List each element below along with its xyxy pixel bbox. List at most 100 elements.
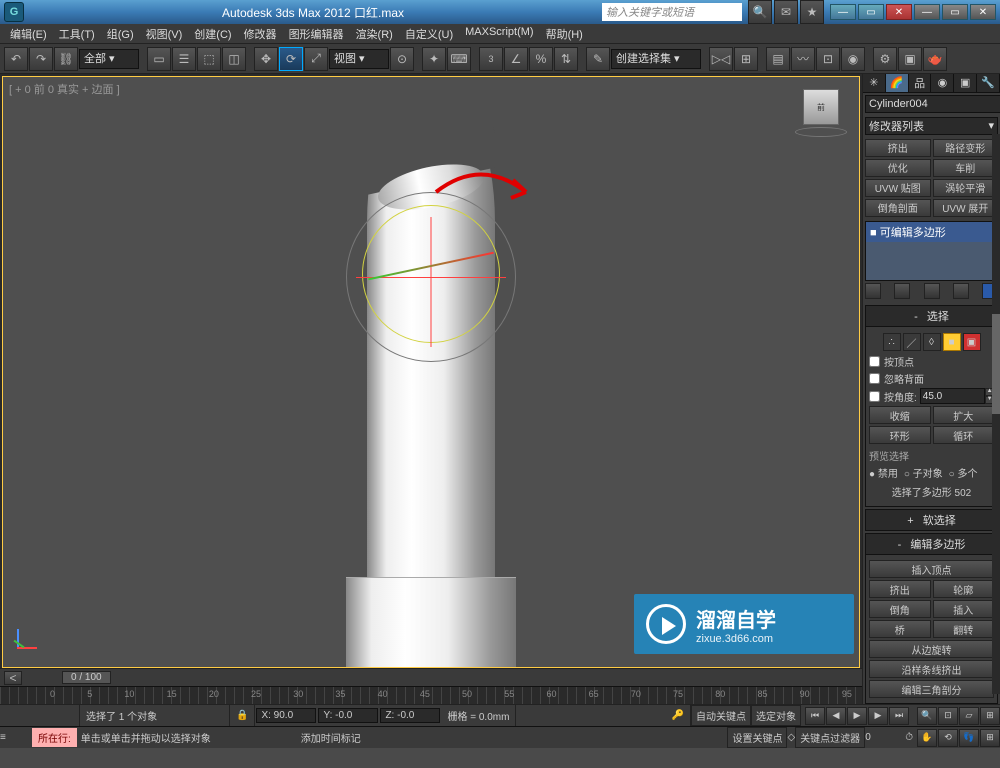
goto-end-icon[interactable]: ⏭: [889, 707, 909, 725]
selkey-dropdown[interactable]: 选定对象: [751, 705, 801, 726]
object-name-input[interactable]: [865, 95, 1000, 113]
btn-uvwmap[interactable]: UVW 贴图: [865, 179, 931, 197]
lock-icon[interactable]: 🔒: [230, 705, 255, 726]
time-config-icon[interactable]: ⏱: [905, 732, 913, 743]
select-icon[interactable]: ▭: [147, 47, 171, 71]
goto-start-icon[interactable]: ⏮: [805, 707, 825, 725]
ignoreback-checkbox[interactable]: 忽略背面: [869, 371, 994, 386]
mirror-icon[interactable]: ▷◁: [709, 47, 733, 71]
menu-tools[interactable]: 工具(T): [53, 24, 101, 43]
fov-icon[interactable]: ▱: [959, 707, 979, 725]
front-viewport[interactable]: [ + 0 前 0 真实 + 边面 ] 前: [2, 76, 860, 668]
btn-bridge[interactable]: 桥: [869, 620, 931, 638]
key-mode-icon[interactable]: ◇: [787, 732, 795, 743]
play-icon[interactable]: ▶: [847, 707, 867, 725]
undo-icon[interactable]: ↶: [4, 47, 28, 71]
pivot-icon[interactable]: ⊙: [390, 47, 414, 71]
rollout-softsel-header[interactable]: + 软选择: [865, 509, 998, 531]
btn-extrude[interactable]: 挤出: [865, 139, 931, 157]
close-button[interactable]: ✕: [886, 4, 912, 20]
btn-edittri[interactable]: 编辑三角剖分: [869, 680, 994, 698]
show-end-icon[interactable]: [894, 283, 910, 299]
pan-icon[interactable]: ✋: [917, 729, 937, 747]
btn-bevel[interactable]: 倒角: [869, 600, 931, 618]
time-slider-handle[interactable]: 0 / 100: [62, 671, 111, 684]
keyfilter-button[interactable]: 关键点过滤器: [795, 727, 865, 748]
fav-icon[interactable]: ★: [800, 0, 824, 24]
snap-icon[interactable]: 3: [479, 47, 503, 71]
selection-filter-dropdown[interactable]: 全部 ▾: [79, 49, 139, 69]
make-unique-icon[interactable]: [924, 283, 940, 299]
maximize-button[interactable]: ▭: [858, 4, 884, 20]
menu-edit[interactable]: 编辑(E): [4, 24, 53, 43]
render-icon[interactable]: 🫖: [923, 47, 947, 71]
menu-create[interactable]: 创建(C): [188, 24, 237, 43]
restore-button[interactable]: ▭: [942, 4, 968, 20]
stack-item-editpoly[interactable]: ■ 可编辑多边形: [866, 222, 997, 242]
move-icon[interactable]: ✥: [254, 47, 278, 71]
subobj-polygon-icon[interactable]: ■: [943, 333, 961, 351]
add-time-tag[interactable]: 添加时间标记: [301, 730, 361, 745]
keymode-icon[interactable]: ⌨: [447, 47, 471, 71]
remove-mod-icon[interactable]: [953, 283, 969, 299]
btn-uvwunwrap[interactable]: UVW 展开: [933, 199, 999, 217]
time-slider[interactable]: < 0 / 100: [0, 668, 862, 686]
time-tag-icon[interactable]: 🔑: [666, 705, 691, 726]
rotate-icon[interactable]: ⟳: [279, 47, 303, 71]
radio-off[interactable]: ● 禁用: [869, 465, 898, 480]
next-frame-icon[interactable]: ▶: [868, 707, 888, 725]
subobj-vertex-icon[interactable]: ∴: [883, 333, 901, 351]
prev-frame-icon[interactable]: ◀: [826, 707, 846, 725]
menu-views[interactable]: 视图(V): [140, 24, 189, 43]
minimize-button[interactable]: —: [830, 4, 856, 20]
anglesnap-icon[interactable]: ∠: [504, 47, 528, 71]
byvertex-checkbox[interactable]: 按顶点: [869, 354, 994, 369]
current-frame[interactable]: 0: [865, 732, 905, 743]
btn-grow[interactable]: 扩大: [933, 406, 995, 424]
coord-z[interactable]: Z: -0.0: [380, 708, 440, 723]
namedselset-dropdown[interactable]: 创建选择集 ▾: [611, 49, 701, 69]
zoom-ext-icon[interactable]: ⊞: [980, 707, 1000, 725]
spinnersnap-icon[interactable]: ⇅: [554, 47, 578, 71]
close2-button[interactable]: ✕: [970, 4, 996, 20]
menu-modifiers[interactable]: 修改器: [238, 24, 283, 43]
subobj-border-icon[interactable]: ◊: [923, 333, 941, 351]
search-icon[interactable]: 🔍: [748, 0, 772, 24]
manip-icon[interactable]: ✦: [422, 47, 446, 71]
tab-utilities-icon[interactable]: 🔧: [977, 74, 1000, 92]
coord-y[interactable]: Y: -0.0: [318, 708, 378, 723]
tab-hierarchy-icon[interactable]: 品: [909, 74, 932, 92]
rollout-selection-header[interactable]: - 选择: [865, 305, 998, 327]
coord-x[interactable]: X: 90.0: [256, 708, 316, 723]
pin-stack-icon[interactable]: [865, 283, 881, 299]
time-cfg-icon[interactable]: <: [4, 671, 22, 685]
subobj-edge-icon[interactable]: ／: [903, 333, 921, 351]
tab-display-icon[interactable]: ▣: [954, 74, 977, 92]
help-search-input[interactable]: 输入关键字或短语: [602, 3, 742, 21]
btn-lathe[interactable]: 车削: [933, 159, 999, 177]
byangle-checkbox[interactable]: 按角度:: [869, 389, 917, 404]
zoom-all-icon[interactable]: ⊡: [938, 707, 958, 725]
radio-subobj[interactable]: ○ 子对象: [904, 465, 943, 480]
menu-customize[interactable]: 自定义(U): [399, 24, 459, 43]
min2-button[interactable]: —: [914, 4, 940, 20]
scale-icon[interactable]: ⤢: [304, 47, 328, 71]
menu-maxscript[interactable]: MAXScript(M): [459, 24, 539, 43]
gizmo-y-axis[interactable]: [431, 217, 432, 347]
rect-select-icon[interactable]: ⬚: [197, 47, 221, 71]
btn-turbosmooth[interactable]: 涡轮平滑: [933, 179, 999, 197]
matedit-icon[interactable]: ◉: [841, 47, 865, 71]
select-name-icon[interactable]: ☰: [172, 47, 196, 71]
btn-extrude2[interactable]: 挤出: [869, 580, 931, 598]
btn-hinge[interactable]: 从边旋转: [869, 640, 994, 658]
btn-loop[interactable]: 循环: [933, 426, 995, 444]
subobj-element-icon[interactable]: ▣: [963, 333, 981, 351]
rollout-editpoly-header[interactable]: - 编辑多边形: [865, 533, 998, 555]
refcoord-dropdown[interactable]: 视图 ▾: [329, 49, 389, 69]
btn-ring[interactable]: 环形: [869, 426, 931, 444]
menu-help[interactable]: 帮助(H): [540, 24, 589, 43]
editnamedselset-icon[interactable]: ✎: [586, 47, 610, 71]
zoom-icon[interactable]: 🔍: [917, 707, 937, 725]
script-icon[interactable]: ≡: [0, 732, 28, 743]
link-icon[interactable]: ⛓: [54, 47, 78, 71]
